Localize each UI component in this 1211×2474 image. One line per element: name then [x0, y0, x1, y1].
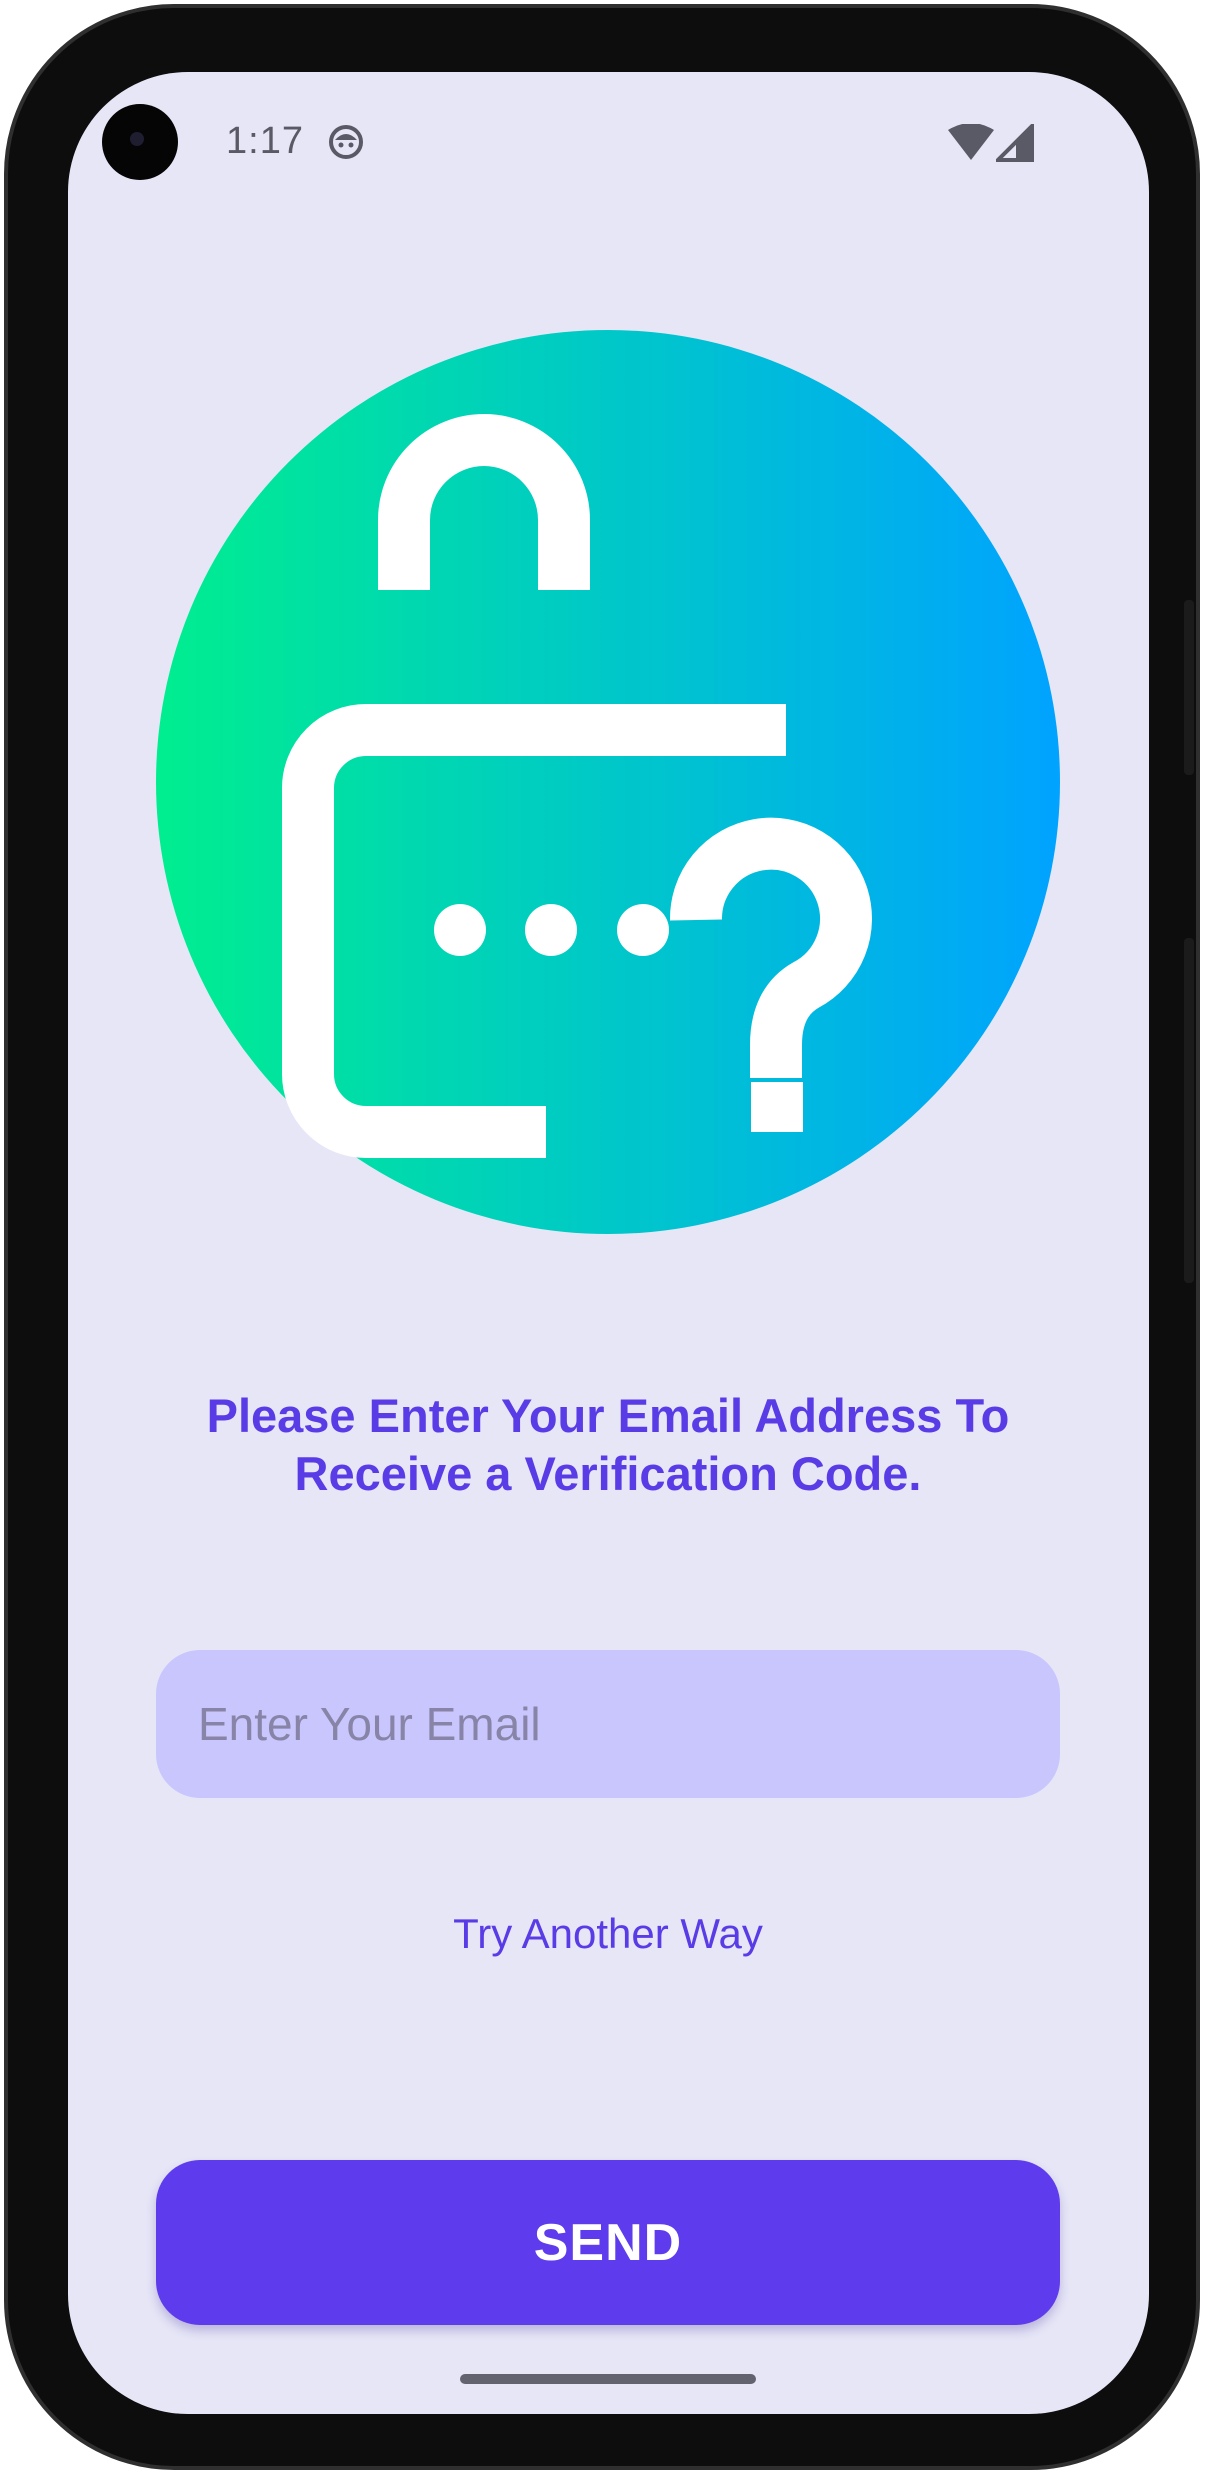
- phone-frame: 1:17 Please Enter Your Email Address To …: [4, 4, 1200, 2470]
- hero-circle: [156, 330, 1060, 1234]
- volume-button: [1184, 600, 1194, 775]
- email-input[interactable]: [156, 1650, 1060, 1798]
- power-button: [1184, 938, 1194, 1283]
- try-another-way-link[interactable]: Try Another Way: [358, 1910, 858, 1958]
- instruction-text: Please Enter Your Email Address To Recei…: [158, 1387, 1058, 1503]
- home-indicator[interactable]: [460, 2374, 756, 2384]
- cellular-signal-icon: [996, 124, 1034, 162]
- instruction-line-2: Receive a Verification Code.: [294, 1447, 922, 1500]
- android-face-icon: [329, 125, 363, 159]
- front-camera: [102, 104, 178, 180]
- wifi-icon: [948, 124, 994, 160]
- send-button[interactable]: SEND: [156, 2160, 1060, 2325]
- app-screen: 1:17 Please Enter Your Email Address To …: [68, 72, 1149, 2414]
- instruction-line-1: Please Enter Your Email Address To: [206, 1389, 1010, 1442]
- status-time: 1:17: [226, 120, 304, 162]
- lock-question-icon: [282, 414, 872, 1158]
